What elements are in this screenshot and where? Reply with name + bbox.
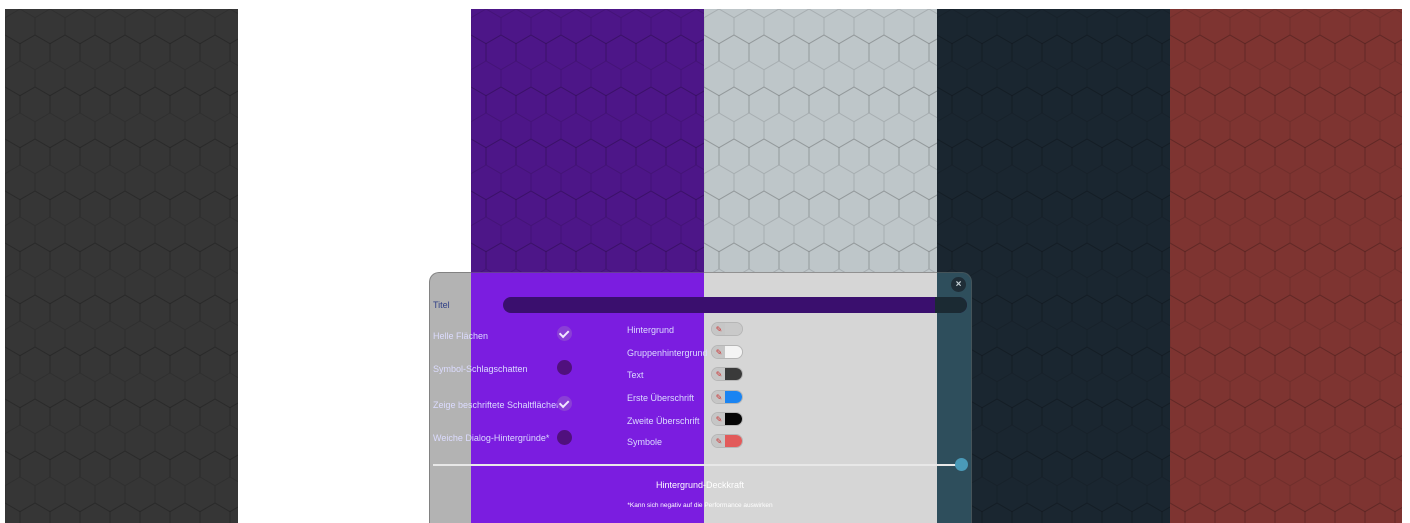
hexagon-pattern (5, 9, 238, 523)
title-input[interactable] (503, 297, 967, 313)
color-label-group-background: Gruppenhintergrund (627, 348, 708, 358)
theme-preview-dark-grey[interactable] (5, 9, 238, 523)
color-swatch (725, 323, 742, 335)
color-picker-first-heading[interactable]: ✎ (711, 390, 743, 404)
checkbox-label-soft-dialog-bg: Weiche Dialog-Hintergründe* (433, 433, 550, 443)
theme-preview-red[interactable] (1170, 9, 1402, 523)
color-picker-icons[interactable]: ✎ (711, 434, 743, 448)
check-icon (558, 397, 570, 408)
title-label: Titel (433, 300, 450, 310)
pencil-icon: ✎ (712, 413, 726, 425)
checkbox-label-labeled-buttons: Zeige beschriftete Schaltflächen (433, 400, 562, 410)
opacity-slider-thumb[interactable] (955, 458, 968, 471)
checkbox-light-surfaces[interactable] (557, 326, 572, 341)
title-input-end (935, 297, 967, 313)
color-label-icons: Symbole (627, 437, 663, 447)
color-label-text: Text (627, 370, 644, 380)
hexagon-pattern (1170, 9, 1402, 523)
close-icon[interactable]: × (951, 277, 966, 292)
color-picker-background[interactable]: ✎ (711, 322, 743, 336)
color-swatch (725, 368, 742, 380)
opacity-slider-label: Hintergrund-Deckkraft (655, 480, 745, 490)
color-picker-group-background[interactable]: ✎ (711, 345, 743, 359)
color-label-second-heading: Zweite Überschrift (627, 416, 700, 426)
opacity-slider-track[interactable] (433, 464, 961, 466)
pencil-icon: ✎ (712, 323, 726, 335)
checkbox-icon-shadow[interactable] (557, 360, 572, 375)
check-icon (558, 327, 570, 338)
pencil-icon: ✎ (712, 435, 726, 447)
color-swatch (725, 391, 742, 403)
checkbox-soft-dialog-bg[interactable] (557, 430, 572, 445)
color-label-background: Hintergrund (627, 325, 675, 335)
performance-footnote: *Kann sich negativ auf die Performance a… (627, 502, 773, 509)
color-swatch (725, 346, 742, 358)
checkbox-labeled-buttons[interactable] (557, 396, 572, 411)
checkbox-label-icon-shadow: Symbol-Schlagschatten (433, 364, 528, 374)
color-swatch (725, 435, 742, 447)
color-picker-second-heading[interactable]: ✎ (711, 412, 743, 426)
color-label-first-heading: Erste Überschrift (627, 393, 695, 403)
checkbox-label-light-surfaces: Helle Flächen (433, 331, 489, 341)
color-swatch (725, 413, 742, 425)
pencil-icon: ✎ (712, 346, 726, 358)
pencil-icon: ✎ (712, 391, 726, 403)
pencil-icon: ✎ (712, 368, 726, 380)
color-picker-text[interactable]: ✎ (711, 367, 743, 381)
